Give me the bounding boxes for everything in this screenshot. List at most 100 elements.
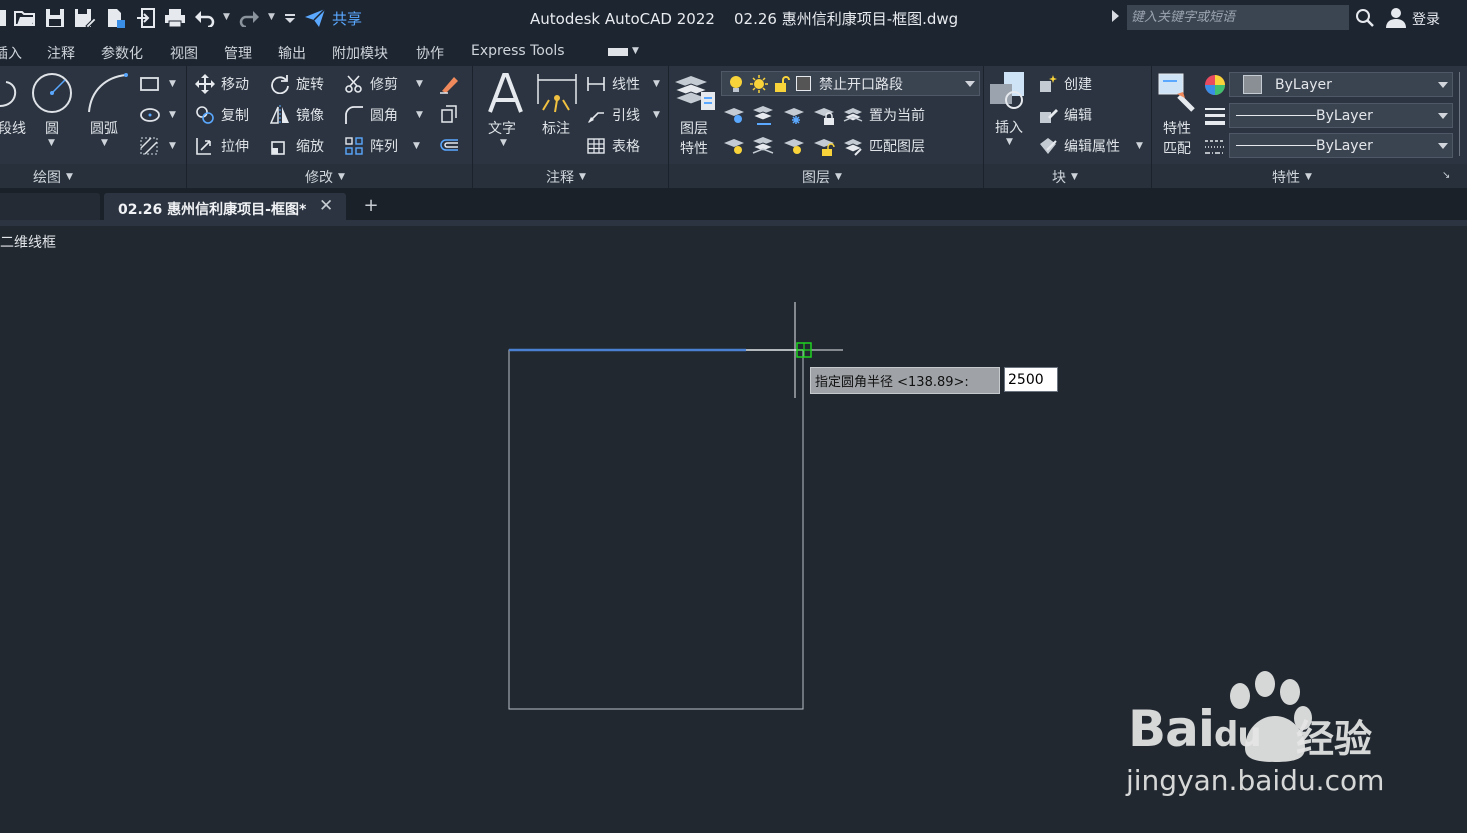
circle-icon[interactable] bbox=[31, 72, 73, 114]
layer-properties-label-2[interactable]: 特性 bbox=[680, 138, 708, 158]
hatch-dropdown-icon[interactable]: ▼ bbox=[169, 141, 176, 151]
insert-block-icon[interactable] bbox=[988, 70, 1032, 114]
fillet-dropdown-icon[interactable]: ▼ bbox=[416, 110, 423, 120]
match-properties-label-1[interactable]: 特性 bbox=[1163, 118, 1191, 138]
polyline-icon[interactable] bbox=[0, 76, 24, 112]
match-layer-button[interactable]: 匹配图层 bbox=[843, 134, 925, 158]
edit-block-button[interactable]: 编辑 bbox=[1038, 103, 1092, 127]
text-button[interactable]: 文字 bbox=[488, 118, 516, 138]
stretch-button[interactable]: 拉伸 bbox=[195, 134, 249, 158]
layer-lock-icon[interactable] bbox=[812, 104, 836, 126]
text-dropdown-icon[interactable]: ▼ bbox=[500, 138, 507, 148]
tab-view[interactable]: 视图 bbox=[170, 43, 198, 63]
new-file-icon[interactable] bbox=[0, 6, 10, 30]
tab-parametric[interactable]: 参数化 bbox=[101, 43, 143, 63]
print-icon[interactable] bbox=[163, 6, 187, 30]
array-dropdown-icon[interactable]: ▼ bbox=[413, 141, 420, 151]
scale-button[interactable]: 缩放 bbox=[270, 134, 324, 158]
arc-icon[interactable] bbox=[86, 72, 128, 114]
layer-freeze-icon[interactable] bbox=[782, 104, 806, 126]
tab-addins[interactable]: 附加模块 bbox=[332, 43, 388, 63]
tab-output[interactable]: 输出 bbox=[278, 43, 306, 63]
fillet-button[interactable]: 圆角 bbox=[344, 103, 398, 127]
linear-dimension-button[interactable]: 线性 bbox=[586, 72, 640, 96]
layer-unisolate-icon[interactable] bbox=[751, 135, 775, 157]
start-tab[interactable] bbox=[0, 193, 100, 220]
undo-dropdown-icon[interactable]: ▼ bbox=[223, 12, 230, 22]
offset-icon[interactable] bbox=[438, 136, 460, 156]
visual-style-control[interactable]: 二维线框 bbox=[0, 232, 56, 252]
ellipse-icon[interactable] bbox=[139, 106, 161, 124]
match-properties-label-2[interactable]: 匹配 bbox=[1163, 138, 1191, 158]
undo-icon[interactable] bbox=[193, 6, 217, 30]
draw-panel-title[interactable]: 绘图 ▼ bbox=[33, 167, 73, 187]
mirror-button[interactable]: 镜像 bbox=[270, 103, 324, 127]
dimension-icon[interactable] bbox=[535, 72, 579, 114]
make-current-button[interactable]: 置为当前 bbox=[843, 103, 925, 127]
open-folder-icon[interactable] bbox=[13, 6, 37, 30]
user-icon[interactable] bbox=[1385, 7, 1407, 29]
layers-panel-title[interactable]: 图层 ▼ bbox=[802, 167, 842, 187]
match-properties-icon[interactable] bbox=[1157, 72, 1199, 114]
table-button[interactable]: 表格 bbox=[586, 134, 640, 158]
erase-icon[interactable] bbox=[438, 73, 460, 95]
linetype-dropdown[interactable]: ByLayer bbox=[1229, 103, 1453, 128]
explode-icon[interactable] bbox=[438, 104, 460, 124]
save-icon[interactable] bbox=[43, 6, 67, 30]
new-tab-button[interactable]: + bbox=[358, 195, 384, 219]
properties-dialog-launcher-icon[interactable]: ↘ bbox=[1442, 170, 1450, 181]
color-wheel-icon[interactable] bbox=[1204, 74, 1226, 96]
move-button[interactable]: 移动 bbox=[195, 72, 249, 96]
open-web-icon[interactable] bbox=[103, 6, 127, 30]
linear-dropdown-icon[interactable]: ▼ bbox=[653, 79, 660, 89]
rectangle-dropdown-icon[interactable]: ▼ bbox=[169, 79, 176, 89]
properties-panel-title[interactable]: 特性 ▼ bbox=[1272, 167, 1312, 187]
insert-dropdown-icon[interactable]: ▼ bbox=[1006, 137, 1013, 147]
search-input[interactable] bbox=[1127, 5, 1349, 30]
ellipse-dropdown-icon[interactable]: ▼ bbox=[169, 110, 176, 120]
share-button[interactable]: 共享 bbox=[304, 6, 362, 30]
panel-toggle-icon[interactable] bbox=[608, 48, 628, 56]
login-link[interactable]: 登录 bbox=[1412, 9, 1440, 29]
color-dropdown[interactable]: ByLayer bbox=[1229, 72, 1453, 97]
file-tab-label[interactable]: 02.26 惠州信利康项目-框图* bbox=[118, 199, 306, 219]
annotation-panel-title[interactable]: 注释 ▼ bbox=[546, 167, 586, 187]
redo-icon[interactable] bbox=[237, 6, 261, 30]
layer-properties-icon[interactable] bbox=[673, 72, 717, 114]
linetype-icon[interactable] bbox=[1204, 136, 1226, 158]
create-block-button[interactable]: 创建 bbox=[1038, 72, 1092, 96]
tab-insert[interactable]: 插入 bbox=[0, 43, 22, 63]
polyline-button[interactable]: 段线 bbox=[0, 118, 26, 138]
redo-dropdown-icon[interactable]: ▼ bbox=[268, 12, 275, 22]
layer-on-all-icon[interactable] bbox=[722, 135, 746, 157]
copy-button[interactable]: 复制 bbox=[195, 103, 249, 127]
arc-button[interactable]: 圆弧 bbox=[90, 118, 118, 138]
search-expand-icon[interactable] bbox=[1112, 10, 1119, 22]
fillet-radius-input[interactable] bbox=[1004, 367, 1058, 392]
edit-attributes-dropdown-icon[interactable]: ▼ bbox=[1136, 141, 1143, 151]
close-tab-icon[interactable]: ✕ bbox=[319, 196, 333, 216]
edit-attributes-button[interactable]: 编辑属性 bbox=[1038, 134, 1120, 158]
leader-dropdown-icon[interactable]: ▼ bbox=[653, 110, 660, 120]
customize-toolbar-icon[interactable] bbox=[283, 6, 297, 30]
insert-button[interactable]: 插入 bbox=[995, 117, 1023, 137]
tab-express-tools[interactable]: Express Tools bbox=[471, 43, 565, 59]
text-icon[interactable] bbox=[484, 72, 526, 116]
tab-annotate[interactable]: 注释 bbox=[47, 43, 75, 63]
lineweight-dropdown[interactable]: ByLayer bbox=[1229, 133, 1453, 158]
tab-manage[interactable]: 管理 bbox=[224, 43, 252, 63]
layer-off-icon[interactable] bbox=[722, 104, 746, 126]
dimension-button[interactable]: 标注 bbox=[542, 118, 570, 138]
layer-properties-label-1[interactable]: 图层 bbox=[680, 118, 708, 138]
lineweight-icon[interactable] bbox=[1204, 105, 1226, 127]
layer-unlock-all-icon[interactable] bbox=[812, 135, 836, 157]
leader-button[interactable]: 引线 bbox=[586, 103, 640, 127]
layer-isolate-icon[interactable] bbox=[751, 104, 775, 126]
hatch-icon[interactable] bbox=[139, 136, 161, 156]
trim-dropdown-icon[interactable]: ▼ bbox=[416, 79, 423, 89]
rectangle-icon[interactable] bbox=[139, 75, 161, 93]
array-button[interactable]: 阵列 bbox=[344, 134, 398, 158]
search-icon[interactable] bbox=[1355, 8, 1375, 28]
circle-button[interactable]: 圆 bbox=[45, 118, 59, 138]
save-as-icon[interactable] bbox=[73, 6, 97, 30]
